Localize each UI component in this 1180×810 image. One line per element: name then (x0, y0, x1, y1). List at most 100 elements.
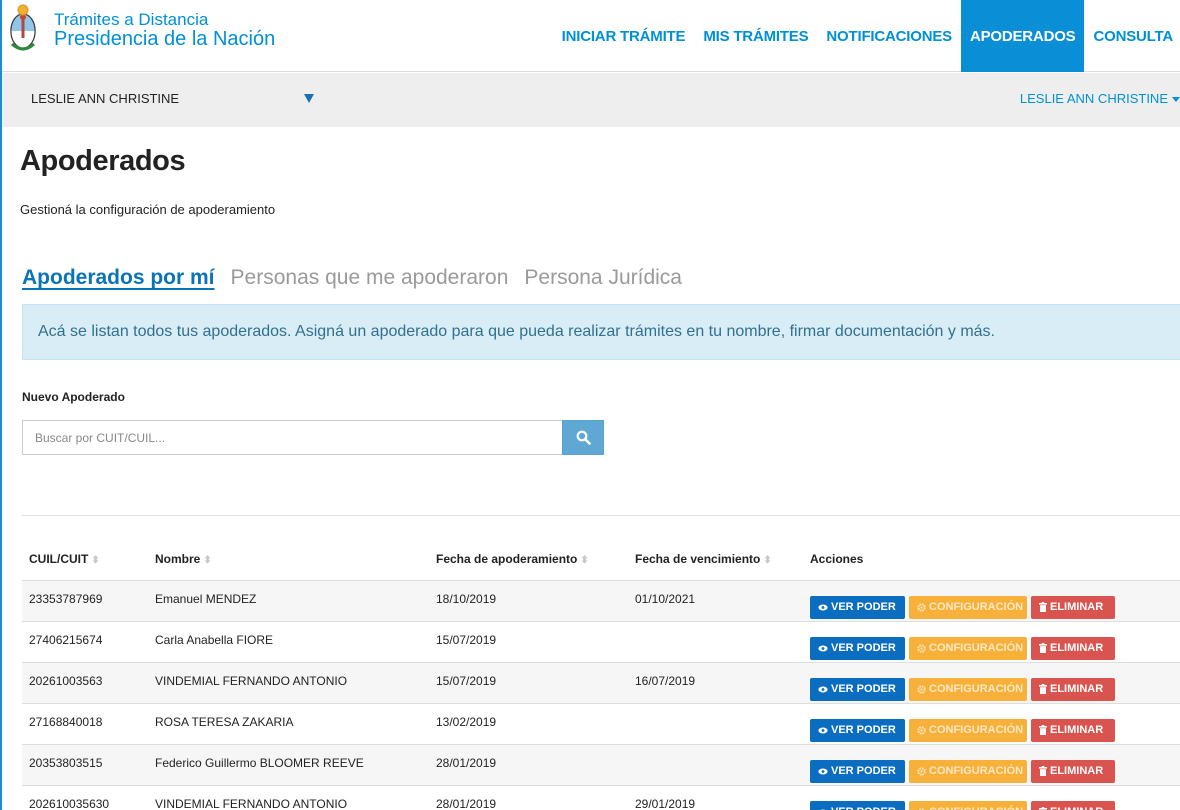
trash-icon (1039, 684, 1047, 694)
ver-poder-button[interactable]: VER PODER (810, 677, 905, 701)
gear-icon (917, 602, 926, 612)
eliminar-button[interactable]: ELIMINAR (1031, 677, 1115, 701)
eye-icon (818, 727, 828, 734)
eye-icon (818, 604, 828, 611)
cell-nombre: VINDEMIAL FERNANDO ANTONIO (148, 661, 429, 703)
account-menu-caret-icon[interactable] (1172, 97, 1180, 102)
tab-apoderados-por-mi[interactable]: Apoderados por mí (22, 266, 215, 290)
cell-fecha-apoderamiento: 15/07/2019 (429, 661, 628, 703)
cell-nombre: Federico Guillermo BLOOMER REEVE (148, 743, 429, 785)
column-header-fecha-apoderamiento[interactable]: Fecha de apoderamiento ⬍ (429, 516, 628, 580)
ver-poder-button[interactable]: VER PODER (810, 636, 905, 660)
nav-consulta[interactable]: CONSULTA (1084, 0, 1180, 72)
search-input[interactable] (22, 420, 562, 455)
cell-acciones: VER PODER CONFIGURACIÓN ELIMINAR (803, 661, 1180, 703)
eye-icon (818, 686, 828, 693)
apoderados-table: CUIL/CUIT ⬍ Nombre ⬍ Fecha de apoderamient… (22, 515, 1180, 810)
top-navbar: Trámites a Distancia Presidencia de la N… (2, 0, 1180, 72)
trash-icon (1039, 602, 1047, 612)
column-header-cuil[interactable]: CUIL/CUIT ⬍ (22, 516, 148, 580)
eliminar-button[interactable]: ELIMINAR (1031, 636, 1115, 660)
cell-fecha-vencimiento: 16/07/2019 (628, 661, 803, 703)
brand-logo[interactable]: Trámites a Distancia Presidencia de la N… (8, 4, 275, 56)
cell-cuil: 27406215674 (22, 620, 148, 662)
configuracion-button[interactable]: CONFIGURACIÓN (909, 677, 1027, 701)
cell-cuil: 20353803515 (22, 743, 148, 785)
cell-fecha-vencimiento (628, 620, 803, 662)
cell-nombre: Carla Anabella FIORE (148, 620, 429, 662)
main-nav: INICIAR TRÁMITE MIS TRÁMITES NOTIFICACIO… (553, 0, 1180, 72)
user-selector-caret-icon[interactable] (304, 94, 314, 103)
national-seal-icon (10, 4, 36, 51)
user-selector[interactable]: LESLIE ANN CHRISTINE (31, 91, 179, 106)
brand-line1: Trámites a Distancia (54, 10, 209, 29)
user-bar: LESLIE ANN CHRISTINE LESLIE ANN CHRISTIN… (2, 73, 1180, 127)
trash-icon (1039, 643, 1047, 653)
search-button[interactable] (562, 420, 604, 455)
table-row: 202610035630 VINDEMIAL FERNANDO ANTONIO … (22, 784, 1180, 810)
column-header-nombre[interactable]: Nombre ⬍ (148, 516, 429, 580)
cell-acciones: VER PODER CONFIGURACIÓN ELIMINAR (803, 620, 1180, 662)
ver-poder-button[interactable]: VER PODER (810, 800, 905, 810)
search-label: Nuevo Apoderado (22, 390, 125, 404)
sort-icon[interactable]: ⬍ (763, 555, 771, 566)
sort-icon[interactable]: ⬍ (91, 555, 99, 566)
gear-icon (917, 643, 926, 653)
column-header-acciones: Acciones (810, 551, 864, 566)
nav-apoderados[interactable]: APODERADOS (960, 0, 1085, 72)
nav-mis-tramites[interactable]: MIS TRÁMITES (694, 0, 817, 72)
cell-cuil: 23353787969 (22, 579, 148, 621)
cell-nombre: Emanuel MENDEZ (148, 579, 429, 621)
eliminar-button[interactable]: ELIMINAR (1031, 718, 1115, 742)
table-body: 23353787969 Emanuel MENDEZ 18/10/2019 01… (22, 579, 1180, 810)
cell-fecha-apoderamiento: 18/10/2019 (429, 579, 628, 621)
ver-poder-button[interactable]: VER PODER (810, 595, 905, 619)
cell-acciones: VER PODER CONFIGURACIÓN ELIMINAR (803, 702, 1180, 744)
cell-cuil: 202610035630 (22, 784, 148, 810)
eye-icon (818, 645, 828, 652)
nav-notificaciones[interactable]: NOTIFICACIONES (817, 0, 961, 72)
cell-fecha-vencimiento: 29/01/2019 (628, 784, 803, 810)
cell-fecha-apoderamiento: 15/07/2019 (429, 620, 628, 662)
configuracion-button[interactable]: CONFIGURACIÓN (909, 800, 1027, 810)
cell-nombre: ROSA TERESA ZAKARIA (148, 702, 429, 744)
eliminar-button[interactable]: ELIMINAR (1031, 800, 1115, 810)
account-menu[interactable]: LESLIE ANN CHRISTINE (1020, 91, 1168, 106)
gear-icon (917, 766, 926, 776)
table-row: 27168840018 ROSA TERESA ZAKARIA 13/02/20… (22, 702, 1180, 744)
brand-line2: Presidencia de la Nación (54, 28, 276, 50)
cell-acciones: VER PODER CONFIGURACIÓN ELIMINAR (803, 743, 1180, 785)
cell-fecha-vencimiento (628, 743, 803, 785)
ver-poder-button[interactable]: VER PODER (810, 718, 905, 742)
cell-cuil: 27168840018 (22, 702, 148, 744)
configuracion-button[interactable]: CONFIGURACIÓN (909, 595, 1027, 619)
cell-fecha-apoderamiento: 28/01/2019 (429, 743, 628, 785)
tabs: Apoderados por mí Personas que me apoder… (22, 266, 682, 290)
gear-icon (917, 684, 926, 694)
eye-icon (818, 768, 828, 775)
eliminar-button[interactable]: ELIMINAR (1031, 759, 1115, 783)
cell-fecha-vencimiento: 01/10/2021 (628, 579, 803, 621)
column-header-fecha-vencimiento[interactable]: Fecha de vencimiento ⬍ (628, 516, 803, 580)
info-alert: Acá se listan todos tus apoderados. Asig… (22, 304, 1180, 360)
sort-icon[interactable]: ⬍ (203, 555, 211, 566)
configuracion-button[interactable]: CONFIGURACIÓN (909, 636, 1027, 660)
trash-icon (1039, 725, 1047, 735)
table-row: 27406215674 Carla Anabella FIORE 15/07/2… (22, 620, 1180, 662)
tab-personas-que-me-apoderaron[interactable]: Personas que me apoderaron (231, 266, 509, 290)
trash-icon (1039, 766, 1047, 776)
cell-acciones: VER PODER CONFIGURACIÓN ELIMINAR (803, 579, 1180, 621)
table-row: 23353787969 Emanuel MENDEZ 18/10/2019 01… (22, 579, 1180, 621)
configuracion-button[interactable]: CONFIGURACIÓN (909, 759, 1027, 783)
cell-acciones: VER PODER CONFIGURACIÓN ELIMINAR (803, 784, 1180, 810)
table-header-row: CUIL/CUIT ⬍ Nombre ⬍ Fecha de apoderamient… (22, 516, 1180, 580)
cell-fecha-apoderamiento: 13/02/2019 (429, 702, 628, 744)
ver-poder-button[interactable]: VER PODER (810, 759, 905, 783)
gear-icon (917, 725, 926, 735)
configuracion-button[interactable]: CONFIGURACIÓN (909, 718, 1027, 742)
nav-iniciar-tramite[interactable]: INICIAR TRÁMITE (553, 0, 695, 72)
tab-persona-juridica[interactable]: Persona Jurídica (524, 266, 682, 290)
eliminar-button[interactable]: ELIMINAR (1031, 595, 1115, 619)
sort-icon[interactable]: ⬍ (580, 555, 588, 566)
cell-cuil: 20261003563 (22, 661, 148, 703)
